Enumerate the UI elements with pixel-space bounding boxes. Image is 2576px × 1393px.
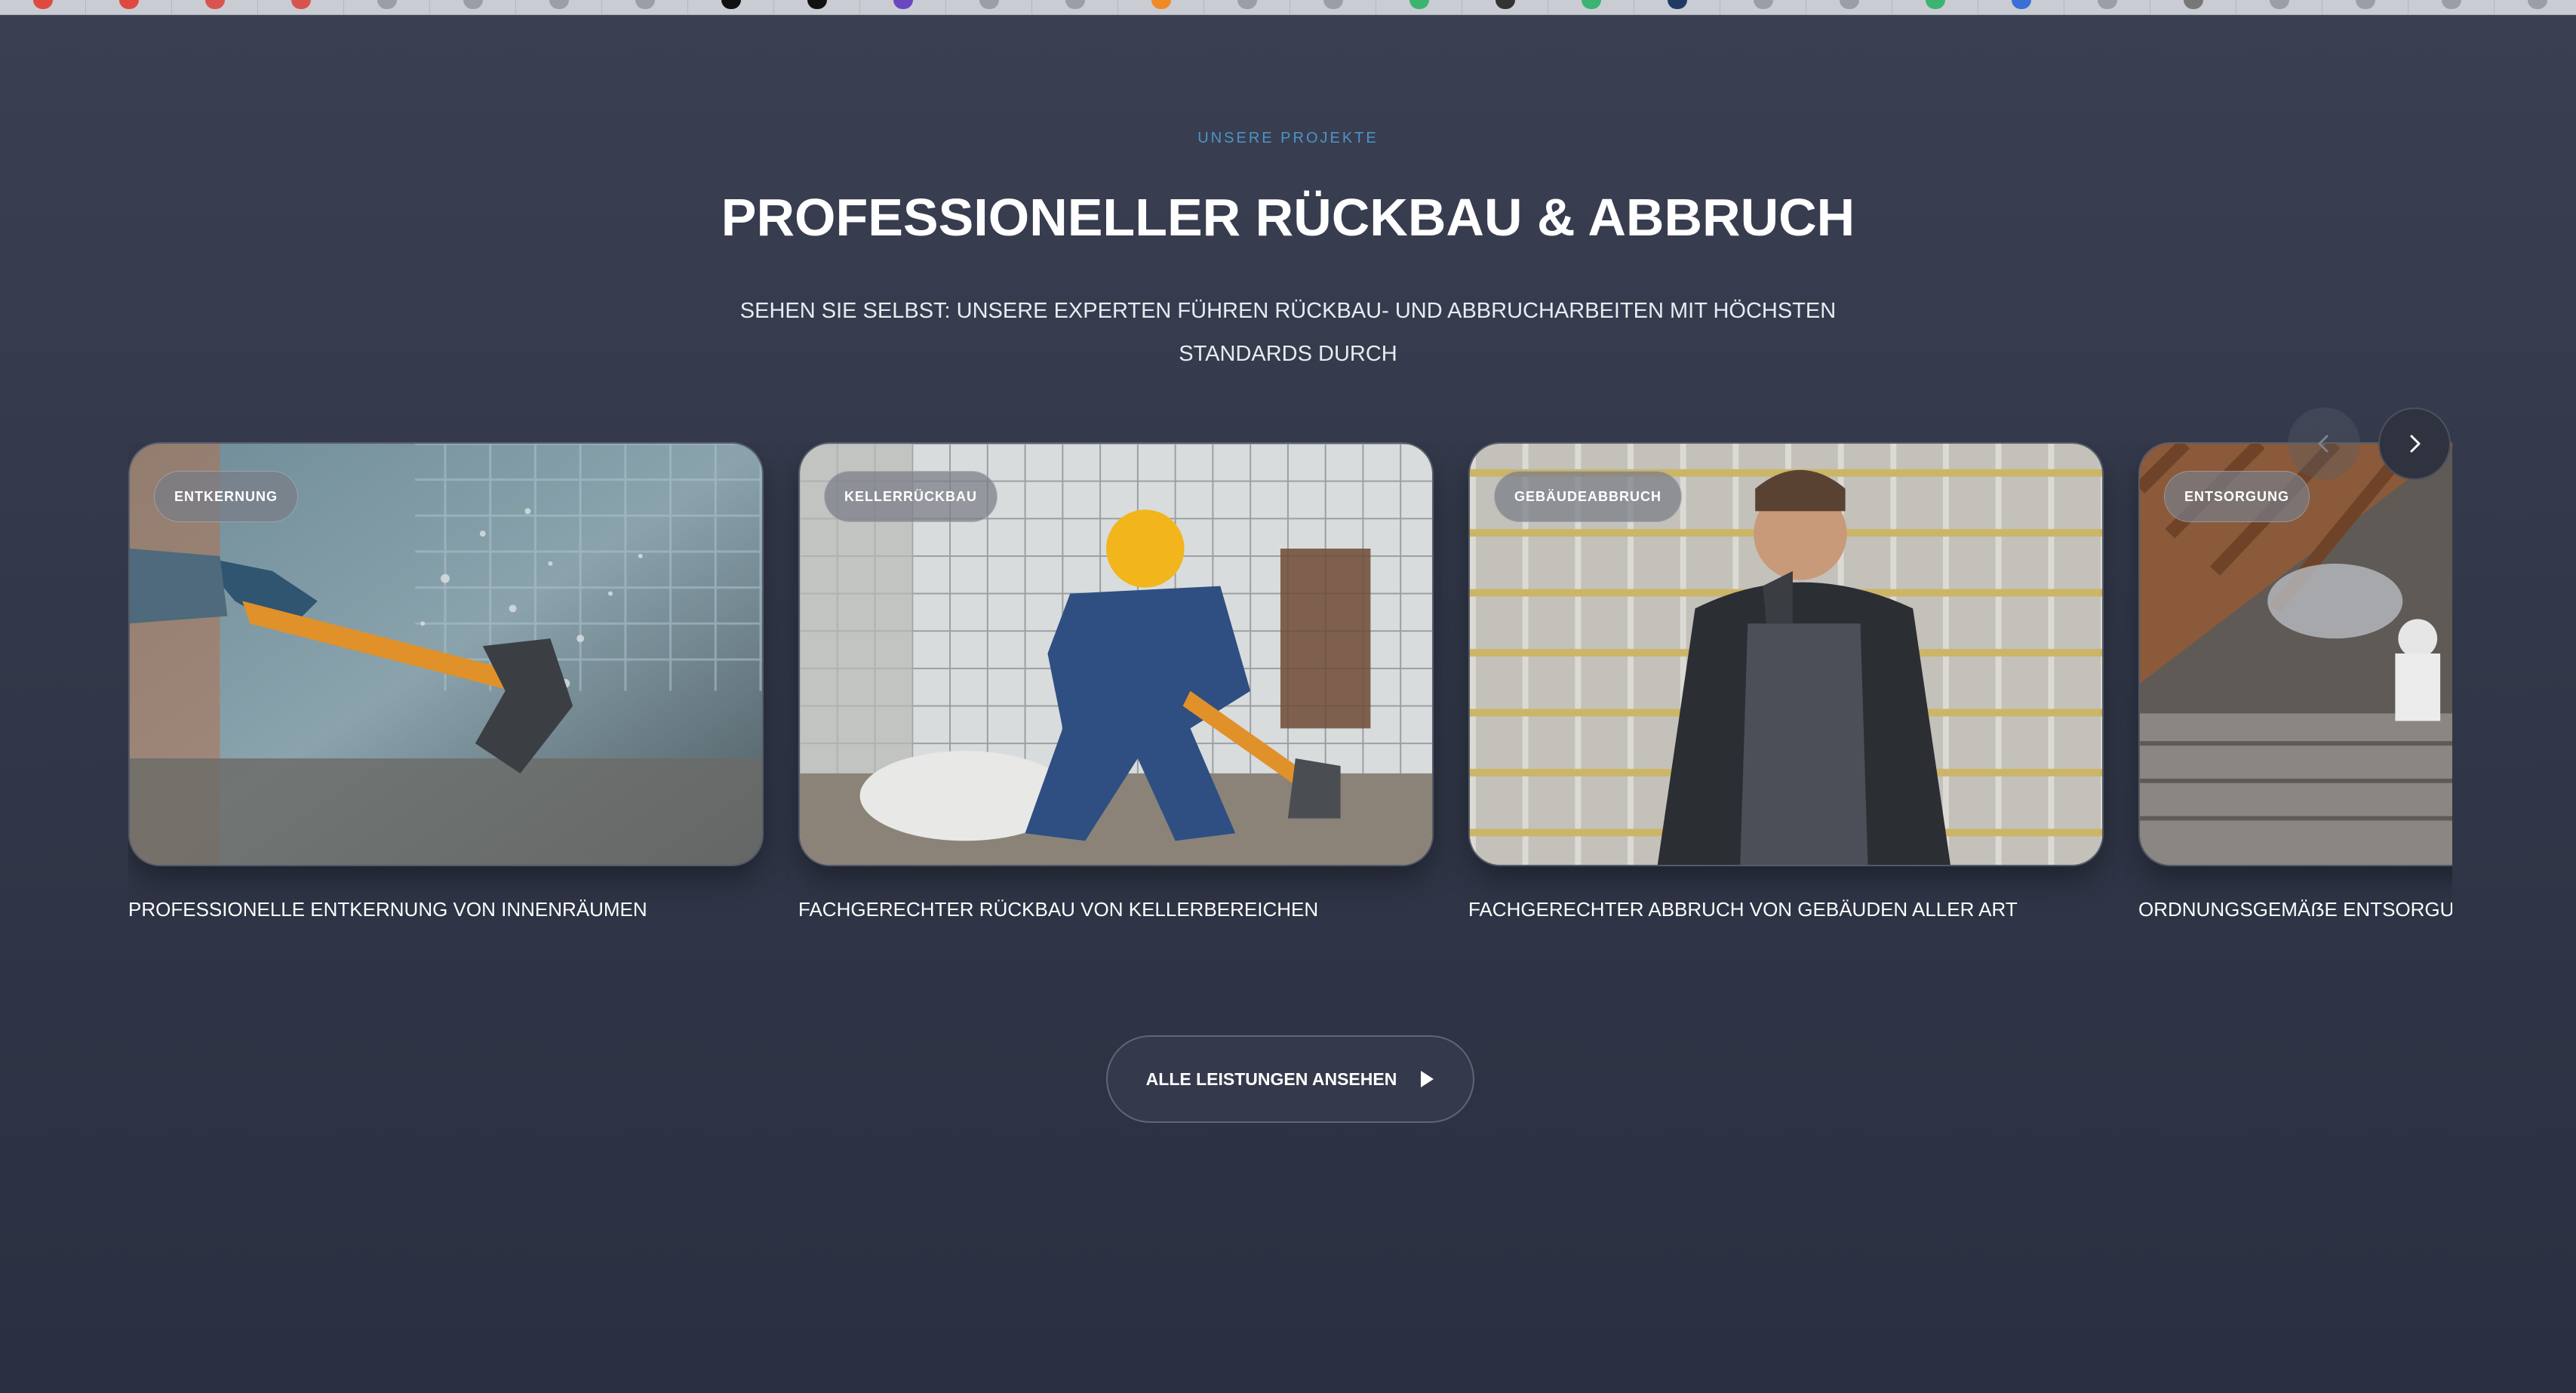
generic-favicon — [2097, 0, 2117, 9]
browser-tab[interactable] — [1118, 0, 1204, 14]
project-card-kellerrueckbau[interactable]: KELLERRÜCKBAU FACHGERECHTER RÜCKBAU VON … — [798, 442, 1434, 921]
multicolor-icon — [204, 0, 225, 9]
green-icon — [1925, 0, 1945, 9]
green-icon — [1409, 0, 1429, 9]
badge-entkernung: ENTKERNUNG — [154, 471, 299, 522]
chevron-right-icon — [2410, 435, 2421, 453]
generic-favicon — [2441, 0, 2461, 9]
browser-tab[interactable] — [1892, 0, 1978, 14]
play-arrow-icon — [1421, 1071, 1434, 1087]
browser-tab[interactable] — [516, 0, 602, 14]
generic-favicon — [1237, 0, 1257, 9]
browser-tab[interactable] — [344, 0, 430, 14]
green-icon — [1581, 0, 1601, 9]
project-image-kellerrueckbau: KELLERRÜCKBAU — [798, 442, 1434, 866]
browser-tab[interactable] — [1806, 0, 1892, 14]
browser-tab[interactable] — [172, 0, 258, 14]
browser-tab[interactable] — [258, 0, 344, 14]
section-subtitle: SEHEN SIE SELBST: UNSERE EXPERTEN FÜHREN… — [739, 299, 1837, 366]
browser-tab[interactable] — [2495, 0, 2576, 14]
caption-kellerrueckbau: FACHGERECHTER RÜCKBAU VON KELLERBEREICHE… — [798, 898, 1319, 921]
black-circle-icon — [721, 0, 741, 9]
browser-tab[interactable] — [1376, 0, 1462, 14]
badge-gebaeudeabbruch: GEBÄUDEABBRUCH — [1494, 471, 1683, 522]
browser-tab[interactable] — [1290, 0, 1376, 14]
browser-tab[interactable] — [1720, 0, 1806, 14]
browser-tab[interactable] — [2408, 0, 2495, 14]
star-icon — [2183, 0, 2203, 9]
browser-tab[interactable] — [1462, 0, 1548, 14]
generic-favicon — [635, 0, 655, 9]
browser-tab[interactable] — [2322, 0, 2408, 14]
caption-entkernung: PROFESSIONELLE ENTKERNUNG VON INNENRÄUME… — [128, 898, 647, 921]
browser-tab[interactable] — [860, 0, 946, 14]
project-card-entsorgung[interactable]: ENTSORGUNG ORDNUNGSGEMÄẞE ENTSORGUNG — [2138, 442, 2452, 921]
browser-tab[interactable] — [0, 0, 86, 14]
browser-tab[interactable] — [2150, 0, 2236, 14]
browser-tab[interactable] — [430, 0, 516, 14]
red-x-icon — [118, 0, 139, 9]
generic-favicon — [1839, 0, 1859, 9]
blue-icon — [2011, 0, 2031, 9]
red-x-icon — [32, 0, 53, 9]
browser-tab[interactable] — [1978, 0, 2064, 14]
caption-entsorgung: ORDNUNGSGEMÄẞE ENTSORGUNG — [2138, 898, 2452, 921]
generic-favicon — [377, 0, 397, 9]
project-card-entkernung[interactable]: ENTKERNUNG PROFESSIONELLE ENTKERNUNG VON… — [128, 442, 764, 921]
generic-favicon — [2527, 0, 2547, 9]
project-card-gebaeudeabbruch[interactable]: GEBÄUDEABBRUCH FACHGERECHTER ABBRUCH VON… — [1468, 442, 2104, 921]
browser-tab[interactable] — [602, 0, 688, 14]
badge-kellerrueckbau: KELLERRÜCKBAU — [824, 471, 998, 522]
browser-tab[interactable] — [946, 0, 1032, 14]
generic-favicon — [2269, 0, 2289, 9]
generic-favicon — [1065, 0, 1085, 9]
project-carousel: ENTKERNUNG PROFESSIONELLE ENTKERNUNG VON… — [128, 442, 2452, 940]
badge-entsorgung: ENTSORGUNG — [2164, 471, 2310, 522]
project-image-gebaeudeabbruch: GEBÄUDEABBRUCH — [1468, 442, 2104, 866]
multicolor-icon — [290, 0, 311, 9]
generic-favicon — [2355, 0, 2375, 9]
section-title: PROFESSIONELLER RÜCKBAU & ABBRUCH — [721, 188, 1855, 247]
browser-tab[interactable] — [1634, 0, 1720, 14]
project-image-entsorgung: ENTSORGUNG — [2138, 442, 2452, 866]
browser-tab[interactable] — [774, 0, 860, 14]
browser-tab[interactable] — [1548, 0, 1634, 14]
browser-tab-strip — [0, 0, 2576, 15]
browser-tab[interactable] — [1204, 0, 1290, 14]
dark-icon — [1495, 0, 1515, 9]
generic-favicon — [979, 0, 999, 9]
browser-tab[interactable] — [688, 0, 774, 14]
caption-gebaeudeabbruch: FACHGERECHTER ABBRUCH VON GEBÄUDEN ALLER… — [1468, 898, 2018, 921]
browser-tab[interactable] — [86, 0, 172, 14]
generic-favicon — [1753, 0, 1773, 9]
black-circle-icon — [807, 0, 827, 9]
carousel-next-button[interactable] — [2378, 407, 2451, 480]
project-image-entkernung: ENTKERNUNG — [128, 442, 764, 866]
purple-icon — [893, 0, 913, 9]
section-eyebrow: UNSERE PROJEKTE — [1197, 130, 1379, 146]
generic-favicon — [463, 0, 483, 9]
navy-icon — [1667, 0, 1687, 9]
browser-tab[interactable] — [1032, 0, 1118, 14]
browser-tab[interactable] — [2236, 0, 2322, 14]
generic-favicon — [549, 0, 569, 9]
carousel-prev-button[interactable] — [2288, 407, 2360, 480]
orange-icon — [1151, 0, 1171, 9]
all-services-label: ALLE LEISTUNGEN ANSEHEN — [1145, 1069, 1397, 1089]
all-services-button[interactable]: ALLE LEISTUNGEN ANSEHEN — [1106, 1035, 1474, 1123]
chevron-left-icon — [2318, 435, 2329, 453]
generic-favicon — [1323, 0, 1343, 9]
browser-tab[interactable] — [2064, 0, 2150, 14]
